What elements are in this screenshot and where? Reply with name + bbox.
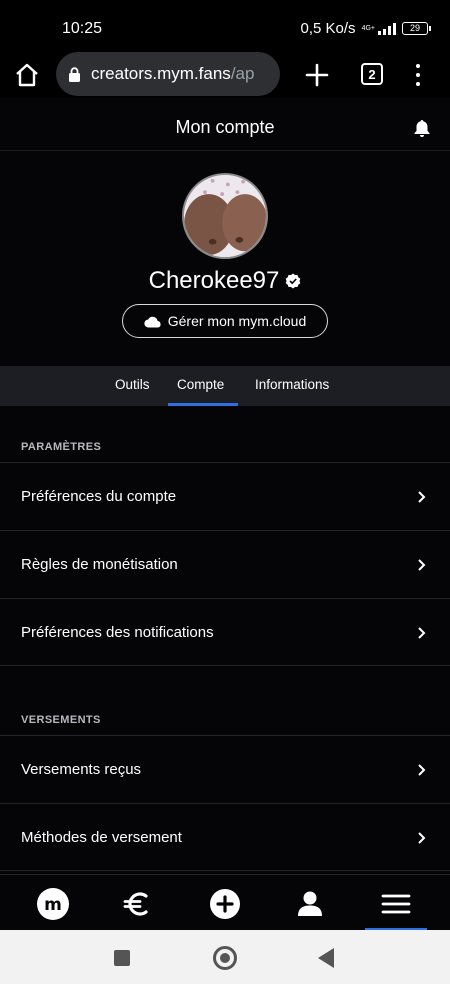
logo-letter: m	[44, 895, 62, 915]
verified-icon	[286, 273, 301, 289]
user-icon	[298, 891, 322, 916]
row-label: Préférences des notifications	[21, 624, 214, 641]
home-circle-icon[interactable]	[213, 946, 237, 970]
settings-list: PARAMÈTRES Préférences du compte Règles …	[0, 406, 450, 874]
app-header: Mon compte	[0, 98, 450, 151]
section-label-parametres: PARAMÈTRES	[21, 441, 102, 453]
back-triangle-icon[interactable]	[318, 948, 334, 968]
address-bar[interactable]: creators.mym.fans/ap	[56, 52, 280, 96]
username: Cherokee97	[148, 267, 280, 294]
nav-home-logo[interactable]: m	[36, 887, 70, 921]
row-label: Préférences du compte	[21, 488, 177, 505]
battery-icon: 29	[402, 22, 431, 35]
bell-icon[interactable]	[412, 118, 432, 138]
signal-icon	[378, 22, 396, 35]
chevron-right-icon	[418, 491, 426, 503]
nav-create[interactable]	[208, 887, 242, 921]
mym-logo-icon: m	[37, 888, 69, 920]
manage-cloud-label: Gérer mon mym.cloud	[167, 313, 307, 329]
status-bar: 10:25 0,5 Ko/s 4G+ 29	[0, 0, 450, 52]
lock-icon	[69, 66, 80, 82]
bottom-nav: m	[0, 874, 450, 931]
hamburger-icon	[381, 894, 411, 914]
tab-switcher-button[interactable]: 2	[361, 63, 383, 85]
euro-icon	[123, 892, 148, 916]
browser-menu-icon[interactable]	[408, 62, 428, 88]
plus-circle-icon	[210, 889, 240, 919]
chevron-right-icon	[418, 764, 426, 776]
status-time: 10:25	[62, 20, 103, 37]
new-tab-icon[interactable]	[304, 62, 330, 88]
recents-icon[interactable]	[114, 950, 130, 966]
chevron-right-icon	[418, 832, 426, 844]
row-notification-preferences[interactable]: Préférences des notifications	[0, 598, 450, 666]
row-account-preferences[interactable]: Préférences du compte	[0, 462, 450, 530]
url-host: creators.mym.fans	[91, 64, 231, 83]
browser-toolbar: creators.mym.fans/ap 2	[0, 52, 450, 98]
row-label: Méthodes de versement	[21, 829, 182, 846]
row-monetization-rules[interactable]: Règles de monétisation	[0, 530, 450, 598]
tab-compte[interactable]: Compte	[177, 377, 224, 392]
url-path: /ap	[230, 64, 255, 83]
nav-earnings[interactable]	[120, 887, 154, 921]
row-payouts-received[interactable]: Versements reçus	[0, 735, 450, 803]
home-icon[interactable]	[14, 62, 40, 88]
manage-cloud-button[interactable]: Gérer mon mym.cloud	[122, 304, 328, 338]
network-type: 4G+	[361, 25, 375, 32]
avatar[interactable]	[182, 173, 268, 259]
tab-informations[interactable]: Informations	[255, 377, 329, 392]
chevron-right-icon	[418, 627, 426, 639]
status-indicators: 0,5 Ko/s 4G+ 29	[300, 20, 431, 37]
system-navigation-bar	[0, 930, 450, 984]
tab-outils[interactable]: Outils	[115, 377, 150, 392]
network-speed: 0,5 Ko/s	[300, 20, 356, 37]
row-label: Versements reçus	[21, 761, 142, 778]
row-payout-methods[interactable]: Méthodes de versement	[0, 803, 450, 871]
nav-menu[interactable]	[379, 887, 413, 921]
username-row: Cherokee97	[0, 267, 450, 295]
url-text: creators.mym.fans/ap	[91, 64, 254, 84]
nav-profile[interactable]	[293, 887, 327, 921]
cloud-icon	[144, 316, 161, 328]
section-label-versements: VERSEMENTS	[21, 714, 101, 726]
page-title: Mon compte	[175, 117, 275, 137]
account-tabs: Outils Compte Informations	[0, 366, 450, 406]
row-label: Règles de monétisation	[21, 556, 178, 573]
profile-section: Cherokee97 Gérer mon mym.cloud	[0, 151, 450, 366]
chevron-right-icon	[418, 559, 426, 571]
